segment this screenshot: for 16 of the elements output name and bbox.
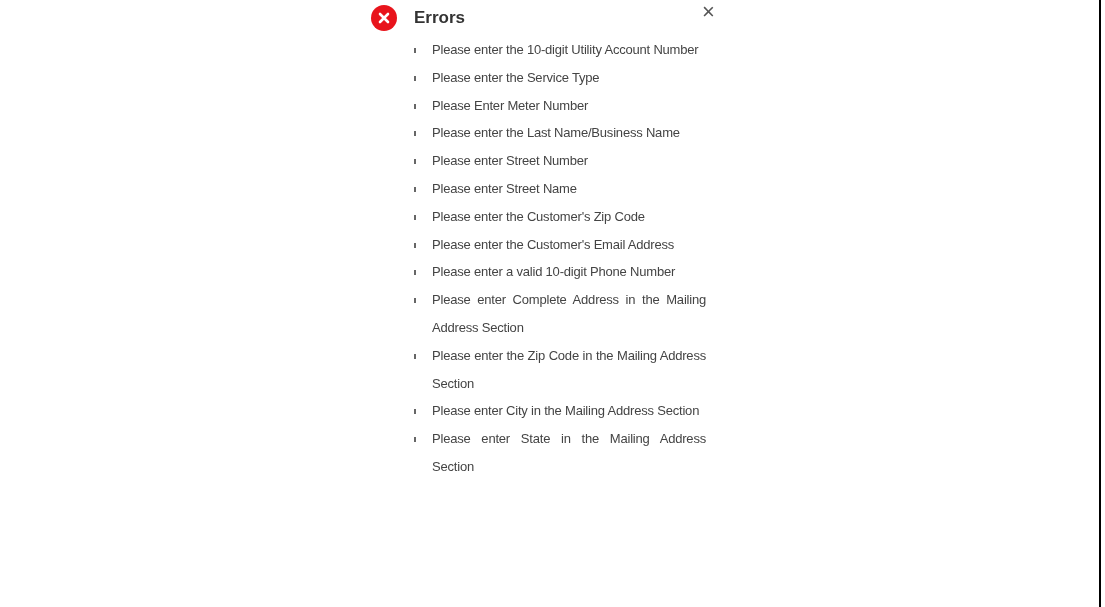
error-message: Please enter a valid 10-digit Phone Number — [432, 263, 677, 282]
error-message: Please enter the Last Name/Business Name — [432, 124, 681, 143]
close-button[interactable]: × — [700, 1, 717, 23]
error-message: Please enter City in the Mailing Address Section — [432, 402, 701, 421]
error-icon — [370, 4, 398, 32]
error-message: Please enter Street Name — [432, 180, 578, 198]
error-message: Please enter Complete Address in the Mailing Address Section — [432, 291, 706, 337]
error-message: Please Enter Meter Number — [432, 96, 590, 115]
error-message: Please enter the Service Type — [432, 68, 601, 87]
error-message: Please enter the Zip Code in the Mailing Address Section — [432, 346, 706, 393]
error-message: Please enter Street Number — [432, 152, 589, 171]
alert-title: Errors — [414, 7, 466, 30]
error-message: Please enter the Customer's Email Address — [432, 235, 676, 254]
error-message: Please enter the 10-digit Utility Account Number — [432, 41, 700, 59]
error-message: Please enter State in the Mailing Address Section — [432, 430, 706, 476]
error-message: Please enter the Customer's Zip Code — [432, 207, 646, 226]
